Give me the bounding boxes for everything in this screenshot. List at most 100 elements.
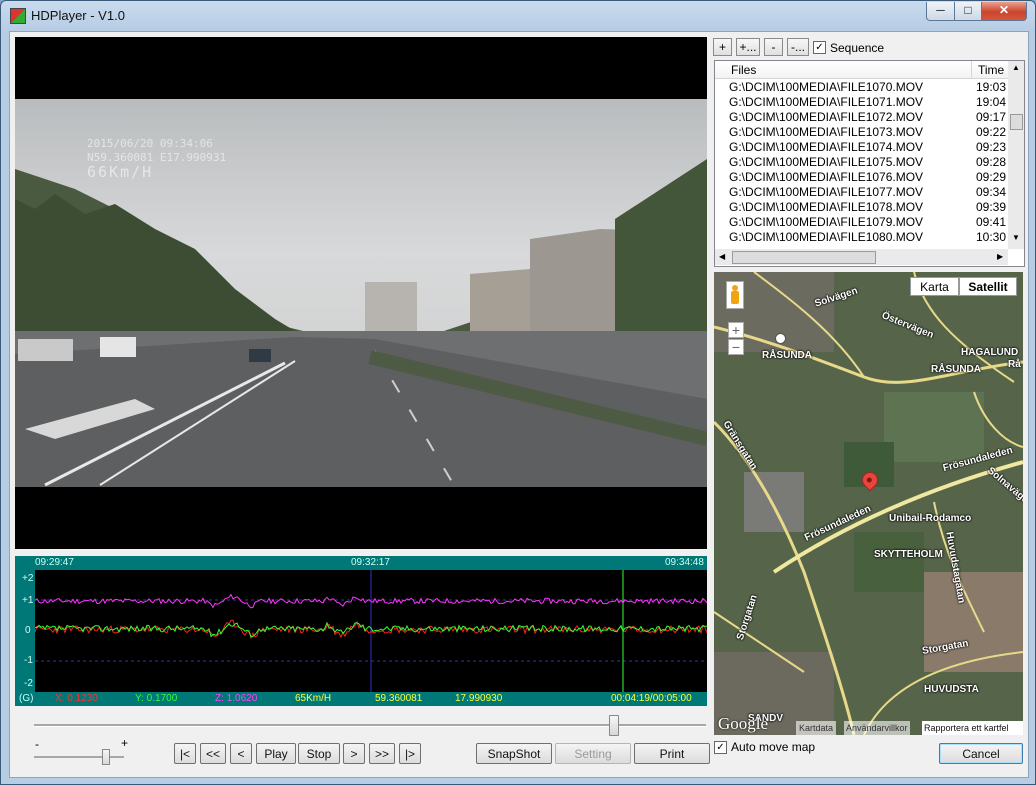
volume-plus-label: + [121,736,129,750]
title-bar[interactable]: HDPlayer - V1.0 ─ □ ✕ [1,1,1035,29]
map-label-unibail: Unibail-Rodamco [889,513,972,524]
scale-plus1: +1 [22,595,34,606]
time-end: 09:34:48 [665,557,704,568]
map-label-ra: Rå [1008,359,1021,370]
file-list-vscrollbar[interactable]: ▲ ▼ [1008,61,1024,249]
file-row[interactable]: G:\DCIM\100MEDIA\FILE1075.MOV 09:28 [715,155,1008,170]
play-button[interactable]: Play [256,743,296,764]
forward-button[interactable]: >> [369,743,395,764]
volume-slider[interactable] [34,749,124,765]
app-window: HDPlayer - V1.0 ─ □ ✕ 2015/06/20 09:34:0… [0,0,1036,785]
zoom-out-button[interactable]: − [728,339,744,355]
vscroll-thumb[interactable] [1010,114,1023,130]
file-row[interactable]: G:\DCIM\100MEDIA\FILE1079.MOV 09:41 [715,215,1008,230]
file-list-hscrollbar[interactable]: ◀ ▶ [715,249,1008,265]
map-data-link[interactable]: Kartdata [796,721,837,735]
y-axis-value: Y: 0.1700 [135,693,178,704]
graph-unit: (G) [19,693,34,704]
map-label-huvudsta: HUVUDSTA [924,684,979,695]
z-axis-value: Z: 1.0620 [215,693,258,704]
volume-thumb[interactable] [102,749,110,765]
playback-position: 00:04:19/00:05:00 [611,693,692,704]
next-button[interactable]: > [343,743,365,764]
remove-file-button[interactable]: - [764,38,783,56]
scroll-right-icon[interactable]: ▶ [997,252,1003,261]
hscroll-thumb[interactable] [732,251,876,264]
map-view[interactable]: + − Karta Satellit Solvägen Östervägen R… [714,272,1023,735]
file-row[interactable]: G:\DCIM\100MEDIA\FILE1078.MOV 09:39 [715,200,1008,215]
scroll-up-icon[interactable]: ▲ [1012,63,1020,72]
video-frame: 2015/06/20 09:34:06 N59.360081 E17.99093… [15,99,707,487]
file-row[interactable]: G:\DCIM\100MEDIA\FILE1076.MOV 09:29 [715,170,1008,185]
google-logo[interactable]: Google [718,714,768,734]
map-type-satellit[interactable]: Satellit [959,277,1017,296]
column-files[interactable]: Files [731,63,756,77]
column-time[interactable]: Time [978,63,1004,77]
maximize-button[interactable]: □ [954,2,982,21]
window-title: HDPlayer - V1.0 [31,8,125,23]
place-pin-icon [775,333,786,344]
file-row[interactable]: G:\DCIM\100MEDIA\FILE1080.MOV 10:30 [715,230,1008,245]
graph-info-bar: (G) X: 0.1230 Y: 0.1700 Z: 1.0620 65Km/H… [15,692,707,706]
terms-link[interactable]: Användarvillkor [844,721,910,735]
file-row[interactable]: G:\DCIM\100MEDIA\FILE1077.MOV 09:34 [715,185,1008,200]
graph-time-bar: 09:29:47 09:32:17 09:34:48 [15,556,707,570]
remove-files-button[interactable]: -... [787,38,809,56]
gsensor-graph[interactable]: 09:29:47 09:32:17 09:34:48 +2 +1 0 -1 -2… [15,556,707,706]
osd-datetime: 2015/06/20 09:34:06 [87,137,213,150]
osd-speed: 66Km/H [87,163,154,181]
graph-scale: +2 +1 0 -1 -2 [15,570,35,692]
volume-minus-label: - [35,737,39,751]
scale-zero: 0 [25,625,31,636]
file-row[interactable]: G:\DCIM\100MEDIA\FILE1070.MOV 19:03 [715,80,1008,95]
prev-button[interactable]: < [230,743,252,764]
file-row[interactable]: G:\DCIM\100MEDIA\FILE1071.MOV 19:04 [715,95,1008,110]
add-file-button[interactable]: + [713,38,732,56]
rewind-button[interactable]: << [200,743,226,764]
file-row[interactable]: G:\DCIM\100MEDIA\FILE1073.MOV 09:22 [715,125,1008,140]
map-label-hagalund: HAGALUND [961,347,1019,358]
map-label-rasunda-2: RÅSUNDA [931,364,981,375]
snapshot-button[interactable]: SnapShot [476,743,552,764]
x-axis-value: X: 0.1230 [55,693,98,704]
stop-button[interactable]: Stop [298,743,340,764]
seek-thumb[interactable] [609,715,619,736]
auto-move-map-label: Auto move map [731,740,816,754]
speed-value: 65Km/H [295,693,332,704]
setting-button[interactable]: Setting [555,743,631,764]
scroll-left-icon[interactable]: ◀ [719,252,725,261]
sequence-checkbox[interactable]: ✓ [813,41,826,54]
map-label-skytteholm: SKYTTEHOLM [874,549,943,560]
scale-minus2: -2 [24,678,33,689]
scale-plus2: +2 [22,573,34,584]
minimize-button[interactable]: ─ [926,2,955,21]
graph-plot [35,570,707,692]
map-label-rasunda-1: RÅSUNDA [762,350,812,361]
first-button[interactable]: |< [174,743,196,764]
zoom-in-button[interactable]: + [728,322,744,338]
close-button[interactable]: ✕ [981,2,1027,21]
file-row[interactable]: G:\DCIM\100MEDIA\FILE1072.MOV 09:17 [715,110,1008,125]
file-row[interactable]: G:\DCIM\100MEDIA\FILE1074.MOV 09:23 [715,140,1008,155]
latitude-value: 59.360081 [375,693,423,704]
time-mid: 09:32:17 [351,557,390,568]
print-button[interactable]: Print [634,743,710,764]
app-icon [10,8,26,24]
video-view[interactable]: 2015/06/20 09:34:06 N59.360081 E17.99093… [15,37,707,549]
auto-move-map-checkbox[interactable]: ✓ [714,741,727,754]
report-map-error-link[interactable]: Rapportera ett kartfel [922,721,1023,735]
last-button[interactable]: |> [399,743,421,764]
file-list-header: Files Time [715,61,1008,79]
seek-slider[interactable] [34,715,706,736]
scroll-down-icon[interactable]: ▼ [1012,233,1020,242]
file-list[interactable]: Files Time G:\DCIM\100MEDIA\FILE1070.MOV… [714,60,1025,267]
cancel-button[interactable]: Cancel [939,743,1023,764]
map-type-karta[interactable]: Karta [910,277,959,296]
scale-minus1: -1 [24,655,33,666]
client-area: 2015/06/20 09:34:06 N59.360081 E17.99093… [9,31,1029,778]
time-start: 09:29:47 [35,557,74,568]
add-files-button[interactable]: +... [736,38,760,56]
file-rows: G:\DCIM\100MEDIA\FILE1070.MOV 19:03 G:\DC… [715,80,1008,245]
sequence-label: Sequence [830,41,885,55]
street-view-pegman-icon[interactable] [726,281,744,309]
